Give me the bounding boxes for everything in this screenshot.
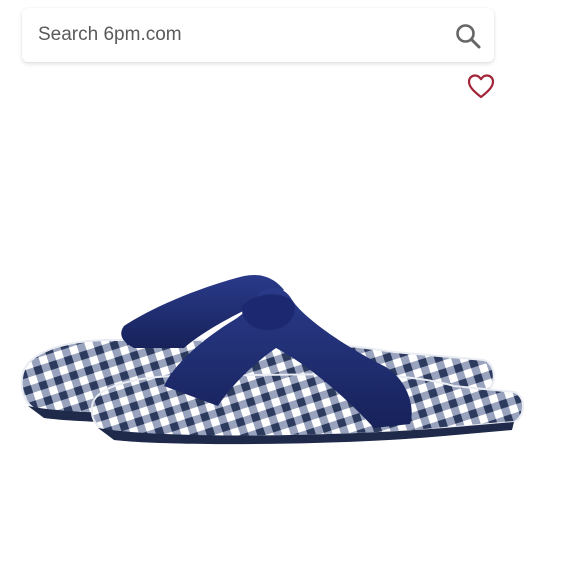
product-page [0,0,580,580]
search-icon[interactable] [454,22,482,50]
heart-outline-icon[interactable] [466,72,496,102]
search-bar [22,8,494,62]
search-input[interactable] [38,18,438,52]
product-image-sandals[interactable] [14,256,534,456]
